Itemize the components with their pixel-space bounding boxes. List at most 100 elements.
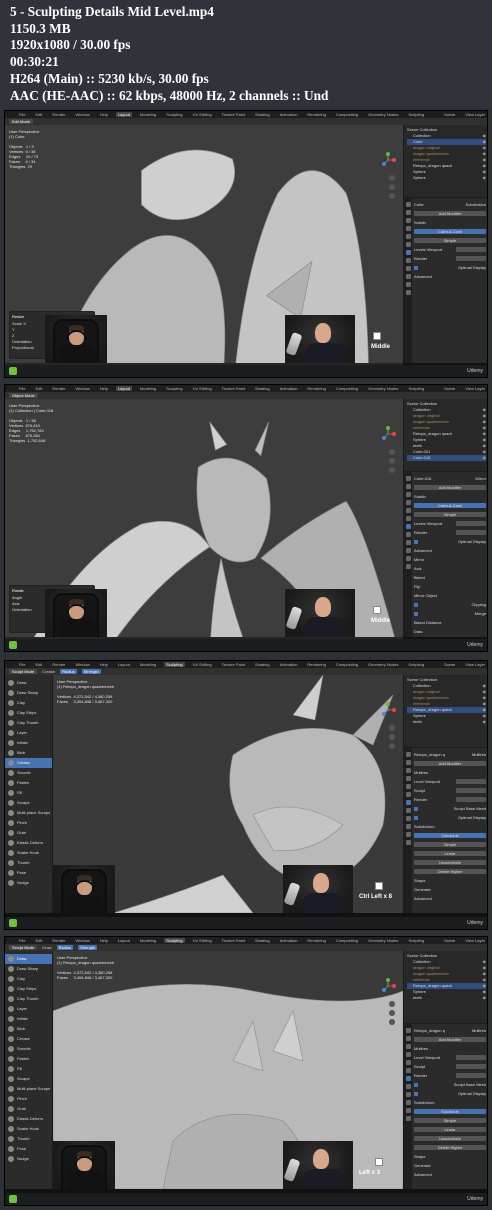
workspace-tab-animation[interactable]: Animation — [278, 662, 300, 667]
visibility-eye-icon[interactable]: ◉ — [483, 455, 487, 461]
sculpt-tool-draw[interactable]: Draw — [5, 954, 52, 964]
checkbox[interactable] — [414, 806, 418, 811]
properties-tab-icon[interactable] — [405, 484, 411, 489]
properties-tab-icon[interactable] — [405, 768, 411, 773]
menu-file[interactable]: File — [17, 938, 27, 943]
workspace-tab-uv-editing[interactable]: UV Editing — [191, 662, 214, 667]
checkbox[interactable] — [414, 602, 418, 607]
sculpt-tool-scrape[interactable]: Scrape — [5, 1074, 52, 1084]
properties-button[interactable]: Unsubdivide — [414, 860, 486, 865]
zoom-icon[interactable] — [389, 725, 395, 731]
properties-button[interactable]: Catmull-Clark — [414, 229, 486, 234]
checkbox[interactable] — [414, 611, 418, 616]
sculpt-tool-crease[interactable]: Crease — [5, 758, 52, 768]
workspace-tab-compositing[interactable]: Compositing — [334, 662, 360, 667]
workspace-tab-compositing[interactable]: Compositing — [334, 112, 360, 117]
workspace-tab-scripting[interactable]: Scripting — [406, 112, 426, 117]
3d-viewport[interactable]: User Perspective (1) Retopo_dragon quadr… — [53, 675, 403, 913]
workspace-tab-layout[interactable]: Layout — [115, 112, 132, 117]
scene-selector[interactable]: Scene — [442, 938, 457, 943]
properties-button[interactable]: Add Modifier — [414, 485, 486, 490]
properties-tab-icon[interactable] — [405, 556, 411, 561]
zoom-icon[interactable] — [389, 175, 395, 181]
menu-render[interactable]: Render — [50, 112, 67, 117]
properties-tab-icon[interactable] — [405, 218, 411, 223]
sculpt-tool-inflate[interactable]: Inflate — [5, 738, 52, 748]
workspace-tab-rendering[interactable]: Rendering — [305, 112, 327, 117]
sculpt-tool-flatten[interactable]: Flatten — [5, 778, 52, 788]
properties-label[interactable]: Sculpt Base Mesh — [454, 1082, 486, 1087]
menu-render[interactable]: Render — [50, 386, 67, 391]
checkbox[interactable] — [414, 1091, 418, 1096]
active-tool-label[interactable]: Draw — [42, 945, 51, 950]
mode-selector[interactable]: Sculpt Mode — [9, 945, 38, 950]
sculpt-tool-draw-sharp[interactable]: Draw Sharp — [5, 964, 52, 974]
workspace-tab-modeling[interactable]: Modeling — [138, 938, 158, 943]
properties-button[interactable]: Delete Higher — [414, 869, 486, 874]
properties-tab-icon[interactable] — [405, 1044, 411, 1049]
sculpt-tool-snake-hook[interactable]: Snake Hook — [5, 1124, 52, 1134]
sculpt-tool-multi-plane-scrape[interactable]: Multi-plane Scrape — [5, 1084, 52, 1094]
navigation-gizmo-icon[interactable] — [379, 977, 397, 995]
sculpt-tool-elastic-deform[interactable]: Elastic Deform — [5, 838, 52, 848]
sculpt-tool-blob[interactable]: Blob — [5, 748, 52, 758]
sculpt-tool-nudge[interactable]: Nudge — [5, 878, 52, 888]
number-field[interactable] — [456, 247, 486, 252]
pan-icon[interactable] — [389, 184, 395, 190]
properties-button[interactable]: Delete Higher — [414, 1145, 486, 1150]
properties-tab-icon[interactable] — [405, 1068, 411, 1073]
menu-render[interactable]: Render — [50, 938, 67, 943]
properties-tab-icon[interactable] — [405, 274, 411, 279]
properties-tab-icon[interactable] — [405, 1108, 411, 1113]
properties-button[interactable]: Subdivide — [414, 1109, 486, 1114]
sculpt-tool-inflate[interactable]: Inflate — [5, 1014, 52, 1024]
properties-button[interactable]: Unsubdivide — [414, 1136, 486, 1141]
number-field[interactable] — [456, 1055, 486, 1060]
properties-tab-icon[interactable] — [405, 234, 411, 239]
menu-file[interactable]: File — [17, 386, 27, 391]
menu-edit[interactable]: Edit — [33, 112, 44, 117]
menu-edit[interactable]: Edit — [33, 938, 44, 943]
number-field[interactable] — [456, 788, 486, 793]
3d-viewport[interactable]: User Perspective (1) Collection | Cube.0… — [5, 399, 403, 637]
brush-strength-field[interactable]: Strength — [78, 945, 98, 950]
number-field[interactable] — [456, 256, 486, 261]
menu-window[interactable]: Window — [73, 662, 91, 667]
menu-help[interactable]: Help — [98, 662, 110, 667]
workspace-tab-texture-paint[interactable]: Texture Paint — [220, 386, 247, 391]
sculpt-tool-smooth[interactable]: Smooth — [5, 1044, 52, 1054]
workspace-tab-geometry-nodes[interactable]: Geometry Nodes — [366, 938, 400, 943]
properties-button[interactable]: Linear — [414, 851, 486, 856]
visibility-eye-icon[interactable]: ◉ — [483, 719, 487, 725]
properties-tab-icon[interactable] — [405, 816, 411, 821]
properties-tab-icon[interactable] — [405, 524, 411, 529]
sculpt-tool-clay-strips[interactable]: Clay Strips — [5, 708, 52, 718]
sculpt-tool-clay-thumb[interactable]: Clay Thumb — [5, 994, 52, 1004]
properties-tab-icon[interactable] — [405, 776, 411, 781]
properties-button[interactable]: Simple — [414, 1118, 486, 1123]
checkbox[interactable] — [414, 1082, 418, 1087]
number-field[interactable] — [456, 779, 486, 784]
sculpt-tool-crease[interactable]: Crease — [5, 1034, 52, 1044]
workspace-tab-texture-paint[interactable]: Texture Paint — [220, 938, 247, 943]
workspace-tab-geometry-nodes[interactable]: Geometry Nodes — [366, 662, 400, 667]
workspace-tab-scripting[interactable]: Scripting — [406, 938, 426, 943]
properties-tab-icon[interactable] — [405, 508, 411, 513]
number-field[interactable] — [456, 797, 486, 802]
properties-tab-icon[interactable] — [405, 202, 411, 207]
pan-icon[interactable] — [389, 734, 395, 740]
menu-edit[interactable]: Edit — [33, 662, 44, 667]
workspace-tab-shading[interactable]: Shading — [253, 112, 272, 117]
properties-button[interactable]: Simple — [414, 842, 486, 847]
sculpt-tool-clay[interactable]: Clay — [5, 698, 52, 708]
properties-label[interactable]: Clipping — [472, 602, 486, 607]
properties-button[interactable]: Simple — [414, 238, 486, 243]
properties-label[interactable]: Optimal Display — [458, 539, 486, 544]
workspace-tab-modeling[interactable]: Modeling — [138, 386, 158, 391]
outliner-item[interactable]: Sphere ◉ — [407, 175, 486, 181]
properties-tab-icon[interactable] — [405, 808, 411, 813]
workspace-tab-texture-paint[interactable]: Texture Paint — [220, 662, 247, 667]
3d-viewport[interactable]: User Perspective (1) Cube Objects 1 / 3 … — [5, 125, 403, 363]
camera-icon[interactable] — [389, 193, 395, 199]
menu-window[interactable]: Window — [73, 938, 91, 943]
